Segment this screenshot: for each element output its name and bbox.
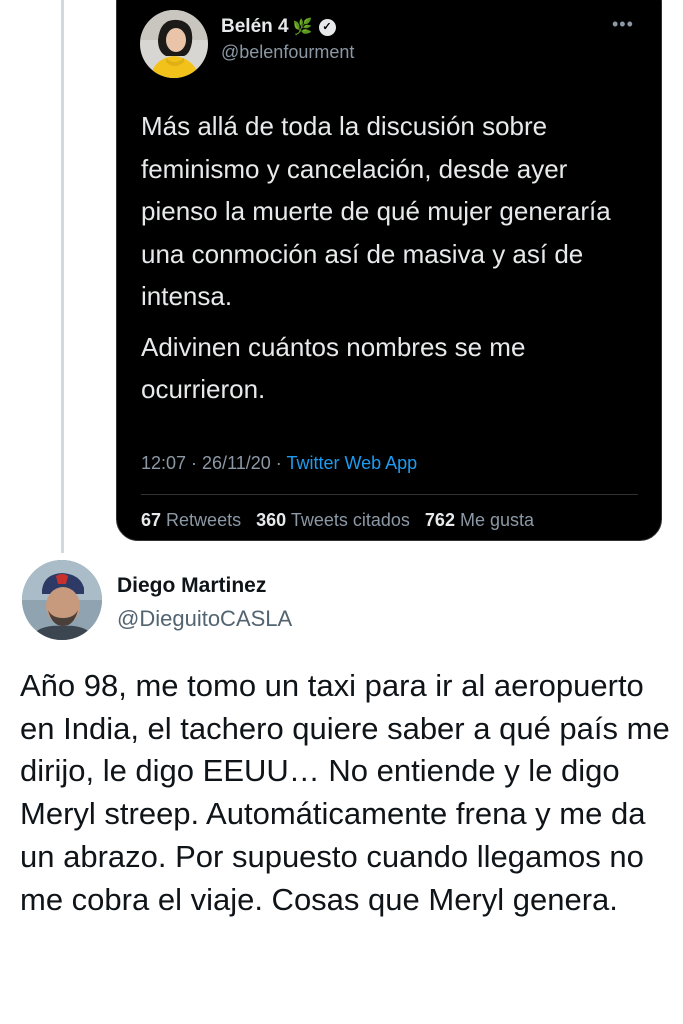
author-name[interactable]: Diego Martinez	[117, 574, 266, 598]
thread-connector-line	[61, 0, 64, 553]
likes-label: Me gusta	[459, 510, 535, 530]
quotes-stat[interactable]: 360 Tweets citados	[256, 510, 410, 530]
likes-count: 762	[424, 510, 455, 530]
retweets-label: Retweets	[166, 510, 242, 530]
likes-stat[interactable]: 762 Me gusta	[425, 510, 534, 530]
more-options-icon[interactable]: •••	[612, 14, 634, 35]
author-avatar[interactable]	[22, 560, 102, 640]
quoted-tweet-paragraph: Más allá de toda la discusión sobre femi…	[141, 111, 611, 311]
avatar-image-icon	[22, 560, 102, 640]
leaf-emoji: 🌿	[292, 19, 313, 36]
quoted-tweet-text: Más allá de toda la discusión sobre femi…	[141, 105, 651, 411]
quoted-author-name[interactable]: Belén 4 🌿 ✓	[221, 16, 336, 38]
quoted-author-handle[interactable]: @belenfourment	[221, 42, 354, 63]
retweets-stat[interactable]: 67 Retweets	[141, 510, 241, 530]
engagement-stats: 67 Retweets 360 Tweets citados 762 Me gu…	[141, 510, 544, 531]
stats-divider	[141, 494, 638, 495]
avatar-image-icon	[140, 10, 208, 78]
tweet-text: Año 98, me tomo un taxi para ir al aerop…	[20, 668, 670, 917]
verified-badge-icon: ✓	[318, 18, 336, 36]
author-handle[interactable]: @DieguitoCASLA	[117, 606, 292, 632]
quotes-label: Tweets citados	[290, 510, 410, 530]
retweets-count: 67	[141, 510, 162, 530]
quoted-author-avatar[interactable]	[140, 10, 208, 78]
quoted-tweet-timestamp: 12:07 · 26/11/20 · Twitter Web App	[141, 453, 417, 474]
quotes-count: 360	[256, 510, 287, 530]
source-link[interactable]: Twitter Web App	[286, 453, 417, 473]
quoted-tweet-paragraph: Adivinen cuántos nombres se me ocurriero…	[141, 331, 526, 405]
quoted-author-name-text: Belén 4	[221, 16, 289, 37]
timestamp-text: 12:07 · 26/11/20 ·	[141, 453, 287, 473]
